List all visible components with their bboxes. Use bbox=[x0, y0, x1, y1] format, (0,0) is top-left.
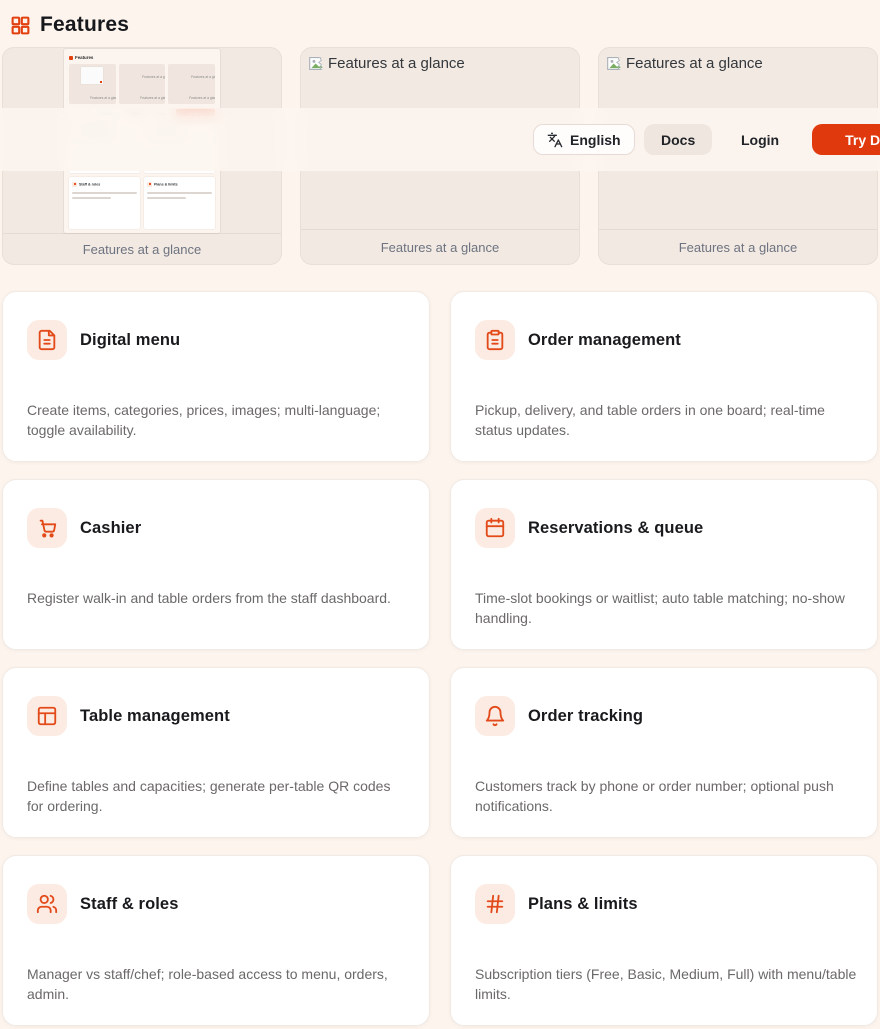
feature-title: Table management bbox=[80, 707, 230, 726]
feature-description: Manager vs staff/chef; role-based access… bbox=[27, 964, 409, 1004]
language-label: English bbox=[570, 132, 621, 148]
feature-description: Time-slot bookings or waitlist; auto tab… bbox=[475, 588, 857, 628]
mini-gallery-card: Features at a glance Features at a glanc… bbox=[168, 64, 215, 104]
feature-title: Staff & roles bbox=[80, 895, 179, 914]
feature-title: Digital menu bbox=[80, 331, 180, 350]
clipboard-icon bbox=[475, 320, 515, 360]
gallery-caption: Features at a glance bbox=[599, 229, 877, 264]
feature-title: Plans & limits bbox=[528, 895, 638, 914]
feature-title: Order management bbox=[528, 331, 681, 350]
mini-grid-icon bbox=[69, 56, 73, 60]
image-alt-text: Features at a glance bbox=[328, 55, 465, 73]
hash-icon bbox=[475, 884, 515, 924]
table-icon bbox=[27, 696, 67, 736]
mini-gallery-card: Features at a glance Features at a glanc… bbox=[119, 64, 166, 104]
feature-card-reservations: Reservations & queue Time-slot bookings … bbox=[450, 479, 878, 650]
feature-card-order-tracking: Order tracking Customers track by phone … bbox=[450, 667, 878, 838]
feature-description: Pickup, delivery, and table orders in on… bbox=[475, 400, 857, 440]
feature-card-digital-menu: Digital menu Create items, categories, p… bbox=[2, 291, 430, 462]
mini-gallery-card: Features at a glance bbox=[69, 64, 116, 104]
people-icon bbox=[27, 884, 67, 924]
features-grid-icon bbox=[10, 15, 31, 36]
image-alt-text: Features at a glance bbox=[626, 55, 763, 73]
bell-icon bbox=[475, 696, 515, 736]
calendar-icon bbox=[475, 508, 515, 548]
gallery-caption: Features at a glance bbox=[3, 233, 281, 264]
feature-title: Order tracking bbox=[528, 707, 643, 726]
feature-description: Create items, categories, prices, images… bbox=[27, 400, 409, 440]
gallery-caption: Features at a glance bbox=[301, 229, 579, 264]
try-demo-button[interactable]: Try Demo bbox=[812, 124, 880, 155]
feature-description: Subscription tiers (Free, Basic, Medium,… bbox=[475, 964, 857, 1004]
floating-navbar: English Docs Login Try Demo bbox=[0, 108, 880, 171]
cart-icon bbox=[27, 508, 67, 548]
feature-title: Reservations & queue bbox=[528, 519, 703, 538]
document-icon bbox=[27, 320, 67, 360]
feature-card-table-management: Table management Define tables and capac… bbox=[2, 667, 430, 838]
mini-screenshot bbox=[81, 67, 103, 84]
feature-description: Define tables and capacities; generate p… bbox=[27, 776, 409, 816]
translate-icon bbox=[547, 132, 563, 148]
docs-button[interactable]: Docs bbox=[644, 124, 712, 155]
feature-card-order-management: Order management Pickup, delivery, and t… bbox=[450, 291, 878, 462]
feature-card-cashier: Cashier Register walk-in and table order… bbox=[2, 479, 430, 650]
mini-gallery: Features at a glance Features at a glanc… bbox=[69, 64, 215, 104]
page-title: Features bbox=[40, 13, 129, 37]
mini-feature-card: Staff & roles bbox=[69, 177, 140, 230]
feature-grid: Digital menu Create items, categories, p… bbox=[2, 291, 878, 1026]
feature-card-plans-limits: Plans & limits Subscription tiers (Free,… bbox=[450, 855, 878, 1026]
feature-description: Customers track by phone or order number… bbox=[475, 776, 857, 816]
mini-page-title: Features bbox=[75, 55, 93, 60]
broken-image-icon bbox=[606, 55, 623, 77]
language-button[interactable]: English bbox=[533, 124, 635, 155]
mini-feature-card: Plans & limits bbox=[144, 177, 215, 230]
mini-header: Features bbox=[69, 53, 215, 62]
broken-image-icon bbox=[308, 55, 325, 77]
feature-title: Cashier bbox=[80, 519, 141, 538]
login-button[interactable]: Login bbox=[727, 124, 793, 155]
page-header: Features bbox=[0, 0, 880, 47]
feature-card-staff-roles: Staff & roles Manager vs staff/chef; rol… bbox=[2, 855, 430, 1026]
feature-description: Register walk-in and table orders from t… bbox=[27, 588, 409, 608]
